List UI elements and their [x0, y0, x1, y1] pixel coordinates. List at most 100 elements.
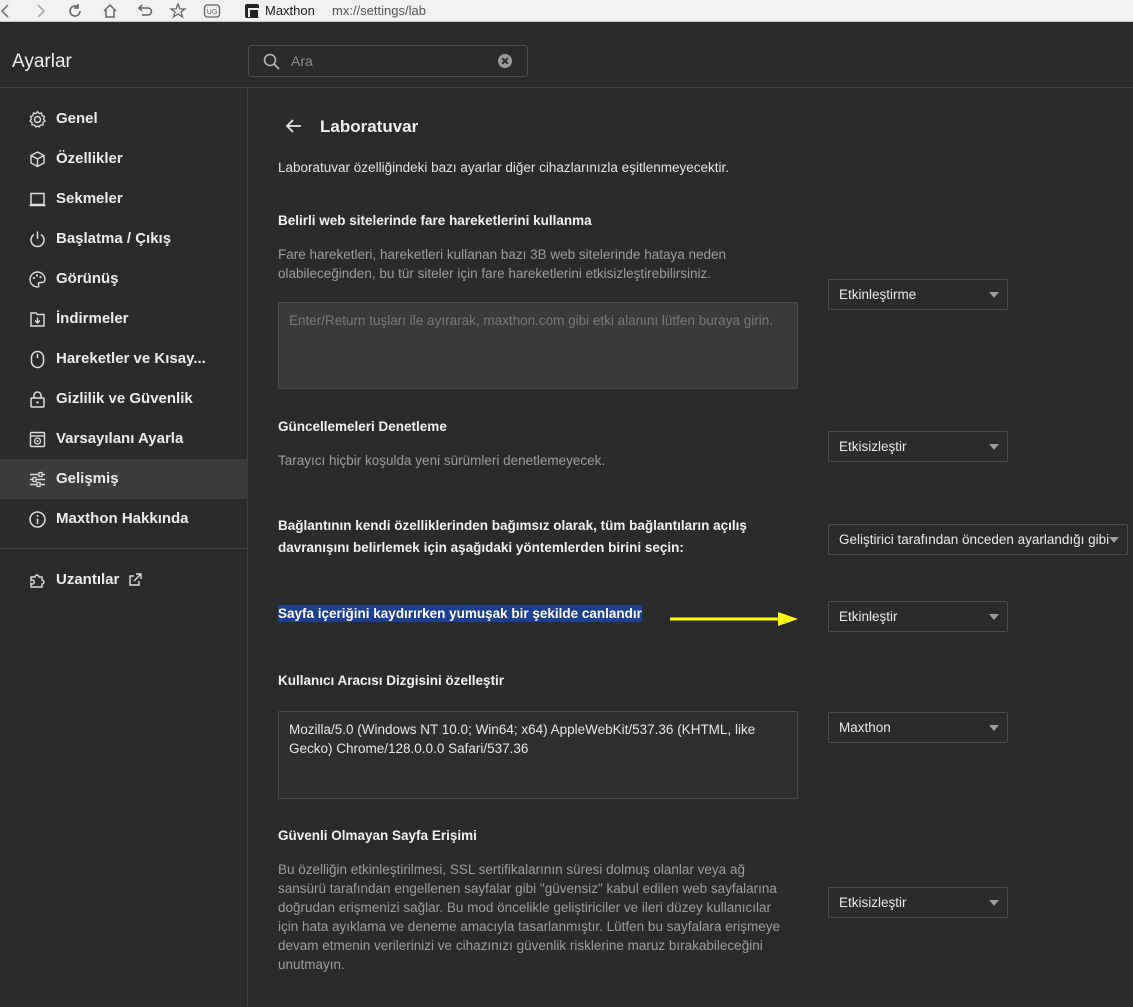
reload-icon[interactable] — [65, 1, 85, 21]
maxthon-logo-icon — [245, 3, 260, 18]
cube-icon — [28, 150, 47, 169]
sidebar-item-baslatma[interactable]: Başlatma / Çıkış — [0, 219, 247, 259]
lock-icon — [28, 390, 47, 409]
puzzle-icon — [28, 571, 47, 590]
sidebar-item-label: Maxthon Hakkında — [56, 510, 189, 527]
chevron-down-icon — [989, 444, 999, 450]
highlighted-text: Sayfa içeriğini kaydırırken yumuşak bir … — [278, 605, 642, 622]
sidebar-item-label: Hareketler ve Kısay... — [56, 350, 206, 367]
sidebar-item-gorunus[interactable]: Görünüş — [0, 259, 247, 299]
app-title: Ayarlar — [12, 51, 72, 72]
update-check-desc: Tarayıcı hiçbir koşulda yeni sürümleri d… — [278, 453, 606, 468]
star-icon[interactable] — [168, 1, 188, 21]
browser-icon — [28, 430, 47, 449]
sidebar-item-label: Uzantılar — [56, 571, 120, 588]
palette-icon — [28, 270, 47, 289]
smooth-scroll-title: Sayfa içeriğini kaydırırken yumuşak bir … — [278, 603, 642, 625]
browser-toolbar: UG Maxthon mx://settings/lab — [0, 0, 1133, 22]
desc-line: unutmayın. — [278, 957, 345, 972]
address-bar[interactable]: mx://settings/lab — [332, 3, 426, 18]
select-value: Etkinleştirme — [839, 287, 917, 302]
link-behavior-select[interactable]: Geliştirici tarafından önceden ayarlandı… — [828, 524, 1128, 555]
power-icon — [28, 230, 47, 249]
sidebar-item-sekmeler[interactable]: Sekmeler — [0, 179, 247, 219]
ug-extension-icon[interactable]: UG — [202, 1, 222, 21]
desc-line: için hata ayıklama ve deneme amacıyla ta… — [278, 919, 780, 934]
sidebar-item-label: Özellikler — [56, 150, 123, 167]
home-icon[interactable] — [100, 1, 120, 21]
sidebar-item-label: Görünüş — [56, 270, 119, 287]
clear-search-icon[interactable] — [498, 54, 512, 68]
sidebar-item-indirmeler[interactable]: İndirmeler — [0, 299, 247, 339]
back-arrow-icon[interactable] — [284, 116, 304, 136]
page-title: Laboratuvar — [320, 117, 419, 136]
insecure-access-desc: Bu özelliğin etkinleştirilmesi, SSL sert… — [278, 860, 780, 974]
link-behavior-title: Bağlantının kendi özelliklerinden bağıms… — [278, 515, 747, 559]
desc-line: Bu özelliğin etkinleştirilmesi, SSL sert… — [278, 862, 745, 877]
chevron-down-icon — [989, 292, 999, 298]
sidebar-item-label: İndirmeler — [56, 310, 129, 327]
smooth-scroll-select[interactable]: Etkinleştir — [828, 601, 1008, 632]
main-content: Laboratuvar Laboratuvar özelliğindeki ba… — [248, 89, 1133, 1007]
select-value: Etkisizleştir — [839, 439, 907, 454]
sidebar-item-ozellikler[interactable]: Özellikler — [0, 139, 247, 179]
sidebar-item-varsayilan[interactable]: Varsayılanı Ayarla — [0, 419, 247, 459]
insecure-access-select[interactable]: Etkisizleştir — [828, 887, 1008, 918]
title-line: davranışını belirlemek için aşağıdaki yö… — [278, 540, 684, 555]
update-check-select[interactable]: Etkisizleştir — [828, 431, 1008, 462]
back-nav-icon[interactable] — [0, 1, 16, 21]
sidebar-item-label: Sekmeler — [56, 190, 123, 207]
select-value: Maxthon — [839, 720, 891, 735]
download-icon — [28, 310, 47, 329]
desc-line: sansürü tarafından engellenen sayfalar g… — [278, 881, 777, 896]
sidebar-item-hakkinda[interactable]: Maxthon Hakkında — [0, 499, 247, 539]
svg-text:UG: UG — [207, 8, 218, 16]
search-input[interactable] — [291, 50, 491, 72]
search-icon — [263, 53, 280, 70]
update-check-title: Güncellemeleri Denetleme — [278, 419, 447, 434]
sidebar-item-hareketler[interactable]: Hareketler ve Kısay... — [0, 339, 247, 379]
domain-list-input[interactable] — [278, 302, 798, 389]
desc-line: Fare hareketleri, hareketleri kullanan b… — [278, 247, 727, 262]
sidebar-item-label: Varsayılanı Ayarla — [56, 430, 184, 447]
chevron-down-icon — [989, 725, 999, 731]
sidebar-divider — [0, 548, 247, 549]
chevron-down-icon — [989, 900, 999, 906]
sidebar-item-label: Başlatma / Çıkış — [56, 230, 172, 247]
sidebar-item-gizlilik[interactable]: Gizlilik ve Güvenlik — [0, 379, 247, 419]
intro-text: Laboratuvar özelliğindeki bazı ayarlar d… — [278, 160, 729, 175]
sidebar-item-gelismis[interactable]: Gelişmiş — [0, 459, 247, 499]
select-value: Etkisizleştir — [839, 895, 907, 910]
mouse-icon — [28, 350, 47, 369]
annotation-arrow-icon — [670, 612, 798, 626]
user-agent-title: Kullanıcı Aracısı Dizgisini özelleştir — [278, 673, 505, 688]
external-link-icon — [129, 573, 142, 586]
info-icon — [28, 510, 47, 529]
sidebar-item-genel[interactable]: Genel — [0, 99, 247, 139]
undo-icon[interactable] — [134, 1, 154, 21]
mouse-gestures-desc: Fare hareketleri, hareketleri kullanan b… — [278, 245, 726, 283]
user-agent-select[interactable]: Maxthon — [828, 712, 1008, 743]
desc-line: devam etmenin verilerinizi ve cihazınızı… — [278, 938, 763, 953]
select-value: Etkinleştir — [839, 609, 898, 624]
gear-icon — [28, 110, 47, 129]
chevron-down-icon — [989, 614, 999, 620]
sliders-icon — [28, 470, 47, 489]
desc-line: olabileceğinden, bu tür siteler için far… — [278, 266, 711, 281]
user-agent-input[interactable]: Mozilla/5.0 (Windows NT 10.0; Win64; x64… — [278, 711, 798, 799]
insecure-access-title: Güvenli Olmayan Sayfa Erişimi — [278, 828, 477, 843]
sidebar-item-label: Gizlilik ve Güvenlik — [56, 390, 193, 407]
desc-line: doğrudan erişmenizi sağlar. Bu mod öncel… — [278, 900, 771, 915]
chevron-down-icon — [1109, 537, 1119, 543]
mouse-gestures-select[interactable]: Etkinleştirme — [828, 279, 1008, 310]
search-box[interactable] — [248, 45, 528, 77]
sidebar-item-label: Genel — [56, 110, 98, 127]
sidebar-item-label: Gelişmiş — [56, 470, 119, 487]
browser-brand-name: Maxthon — [265, 3, 315, 18]
settings-header: Ayarlar — [0, 22, 1133, 88]
sidebar-item-uzantilar[interactable]: Uzantılar — [0, 560, 247, 600]
tab-icon — [28, 190, 47, 209]
browser-brand: Maxthon — [245, 3, 315, 18]
forward-nav-icon[interactable] — [30, 1, 50, 21]
title-line: Bağlantının kendi özelliklerinden bağıms… — [278, 518, 747, 533]
